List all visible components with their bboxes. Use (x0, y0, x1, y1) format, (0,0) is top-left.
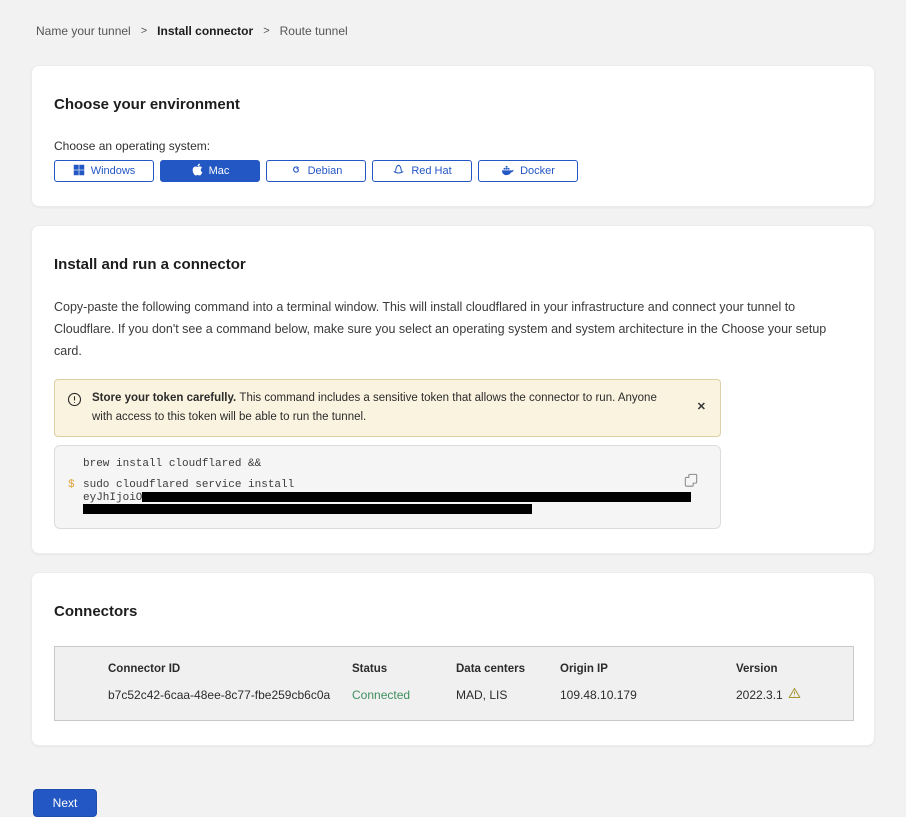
code-text: brew install cloudflared && (83, 459, 706, 470)
environment-card-title: Choose your environment (54, 96, 852, 113)
connectors-table: Connector ID Status Data centers Origin … (54, 646, 854, 721)
os-button-mac[interactable]: Mac (160, 160, 260, 182)
install-command-code-block: brew install cloudflared && $ sudo cloud… (54, 445, 721, 530)
data-centers-value: MAD, LIS (456, 684, 560, 706)
token-warning-text: Store your token carefully. This command… (92, 389, 685, 427)
os-button-label: Debian (308, 165, 343, 177)
os-button-label: Docker (520, 165, 555, 177)
code-gutter (68, 504, 83, 516)
os-button-label: Mac (209, 165, 230, 177)
environment-card: Choose your environment Choose an operat… (31, 65, 875, 207)
connectors-table-header: Connector ID Status Data centers Origin … (108, 659, 853, 683)
alert-circle-icon (67, 392, 82, 414)
redhat-icon (392, 163, 405, 179)
code-token-line: eyJhIjoiO (83, 492, 706, 504)
breadcrumb-separator: > (263, 25, 269, 37)
code-line-3: eyJhIjoiO (68, 492, 706, 504)
code-line-2: $ sudo cloudflared service install (68, 480, 706, 491)
apple-icon (191, 163, 203, 179)
debian-icon (290, 164, 302, 179)
token-warning-banner: Store your token carefully. This command… (54, 379, 721, 437)
install-card: Install and run a connector Copy-paste t… (31, 225, 875, 554)
column-header-connector-id: Connector ID (108, 659, 352, 683)
redacted-token-bar (142, 492, 691, 502)
docker-icon (501, 164, 514, 179)
shell-prompt: $ (68, 480, 83, 491)
os-button-label: Red Hat (411, 165, 451, 177)
column-header-data-centers: Data centers (456, 659, 560, 683)
os-button-docker[interactable]: Docker (478, 160, 578, 182)
install-card-title: Install and run a connector (54, 256, 852, 273)
version-value: 2022.3.1 (736, 688, 783, 702)
os-button-debian[interactable]: Debian (266, 160, 366, 182)
os-button-redhat[interactable]: Red Hat (372, 160, 472, 182)
code-text: sudo cloudflared service install (83, 480, 706, 491)
column-header-version: Version (736, 659, 853, 683)
connectors-card-title: Connectors (54, 603, 852, 620)
breadcrumb-step-route-tunnel[interactable]: Route tunnel (280, 24, 348, 38)
os-button-group: Windows Mac Debian (54, 160, 852, 182)
os-select-label: Choose an operating system: (54, 139, 852, 153)
token-prefix: eyJhIjoiO (83, 491, 142, 503)
install-description: Copy-paste the following command into a … (54, 297, 852, 363)
windows-icon (73, 164, 85, 179)
breadcrumb-step-name-your-tunnel[interactable]: Name your tunnel (36, 24, 131, 38)
column-header-origin-ip: Origin IP (560, 659, 736, 683)
connectors-card: Connectors Connector ID Status Data cent… (31, 572, 875, 746)
connector-id-value: b7c52c42-6caa-48ee-8c77-fbe259cb6c0a (108, 684, 352, 706)
close-icon[interactable]: ✕ (695, 400, 708, 415)
breadcrumb-separator: > (141, 25, 147, 37)
code-line-1: brew install cloudflared && (68, 459, 706, 470)
copy-icon[interactable] (684, 473, 698, 492)
code-line-4 (68, 504, 706, 516)
page: Name your tunnel > Install connector > R… (0, 0, 906, 817)
warning-triangle-icon (788, 687, 801, 702)
os-button-label: Windows (91, 165, 136, 177)
code-gutter (68, 492, 83, 504)
token-warning-title: Store your token carefully. (92, 392, 239, 404)
os-button-windows[interactable]: Windows (54, 160, 154, 182)
breadcrumb: Name your tunnel > Install connector > R… (36, 24, 875, 38)
column-header-status: Status (352, 659, 456, 683)
origin-ip-value: 109.48.10.179 (560, 684, 736, 706)
redacted-token-bar (83, 504, 532, 514)
code-token-line (83, 504, 706, 516)
code-gutter (68, 459, 83, 470)
version-cell: 2022.3.1 (736, 683, 853, 706)
status-badge: Connected (352, 684, 456, 706)
next-button[interactable]: Next (33, 789, 97, 817)
breadcrumb-step-install-connector[interactable]: Install connector (157, 24, 253, 38)
table-row: b7c52c42-6caa-48ee-8c77-fbe259cb6c0a Con… (108, 683, 853, 706)
